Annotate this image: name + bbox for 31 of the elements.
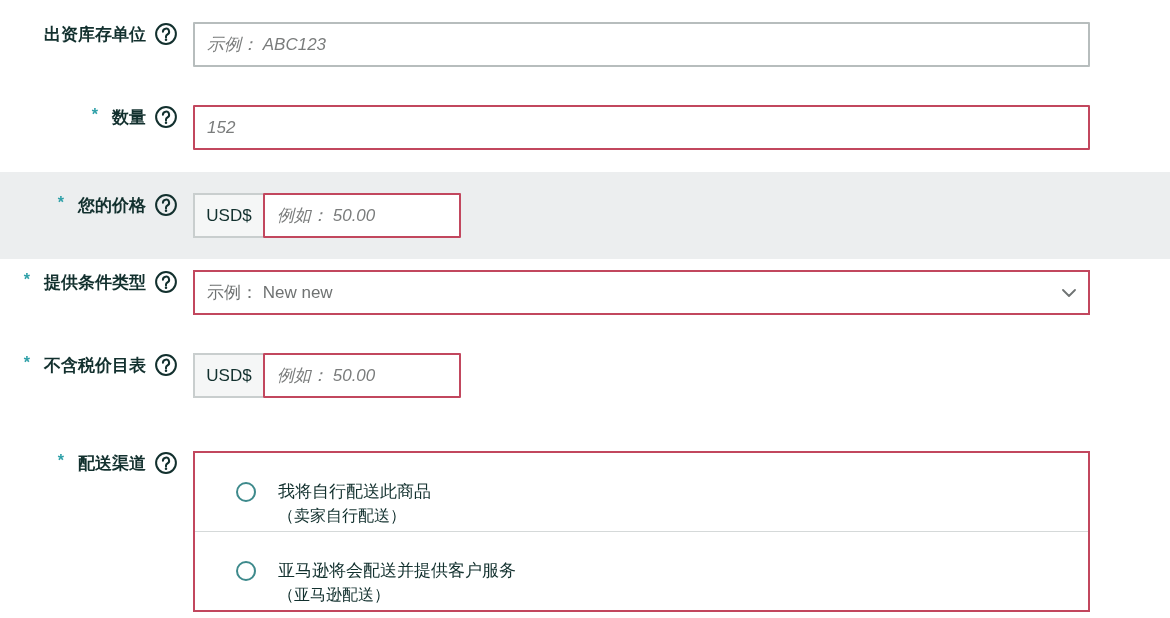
field-label: 数量 bbox=[112, 106, 146, 129]
currency-prefix: USD$ bbox=[193, 193, 263, 238]
help-icon[interactable] bbox=[155, 194, 177, 216]
currency-prefix: USD$ bbox=[193, 353, 263, 398]
option-label: 亚马逊将会配送并提供客户服务 bbox=[278, 560, 516, 582]
required-asterisk: * bbox=[23, 272, 30, 288]
option-note: （亚马逊配送） bbox=[278, 585, 390, 605]
radio-button[interactable] bbox=[236, 482, 256, 502]
field-label: 出资库存单位 bbox=[44, 23, 146, 46]
help-icon[interactable] bbox=[155, 354, 177, 376]
input-field[interactable]: 152 bbox=[193, 105, 1090, 150]
condition-dropdown[interactable]: 示例： New new bbox=[193, 270, 1090, 315]
help-icon[interactable] bbox=[155, 271, 177, 293]
help-icon[interactable] bbox=[155, 23, 177, 45]
input-field[interactable]: 示例： ABC123 bbox=[193, 22, 1090, 67]
chevron-down-icon bbox=[1062, 288, 1076, 297]
field-label: 您的价格 bbox=[78, 194, 146, 217]
required-asterisk: * bbox=[57, 195, 64, 211]
required-asterisk: * bbox=[57, 453, 64, 469]
required-asterisk: * bbox=[91, 107, 98, 123]
field-label: 不含税价目表 bbox=[44, 354, 146, 377]
option-note: （卖家自行配送） bbox=[278, 506, 406, 526]
price-input-field[interactable]: 例如： 50.00 bbox=[263, 193, 461, 238]
help-icon[interactable] bbox=[155, 106, 177, 128]
price-input-field[interactable]: 例如： 50.00 bbox=[263, 353, 461, 398]
field-label: 提供条件类型 bbox=[44, 271, 146, 294]
option-label: 我将自行配送此商品 bbox=[278, 481, 431, 503]
field-label: 配送渠道 bbox=[78, 452, 146, 475]
help-icon[interactable] bbox=[155, 452, 177, 474]
required-asterisk: * bbox=[23, 355, 30, 371]
radio-button[interactable] bbox=[236, 561, 256, 581]
